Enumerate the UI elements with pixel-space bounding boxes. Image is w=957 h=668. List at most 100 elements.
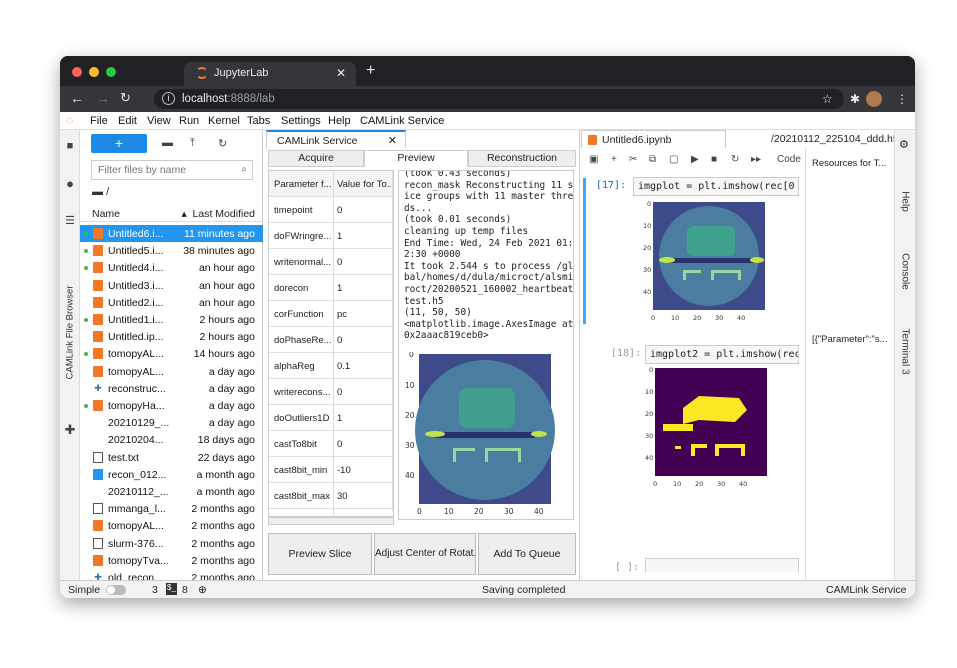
adjust-center-button[interactable]: Adjust Center of Rotat. [374,533,476,575]
file-list-item[interactable]: Untitled6.i... 11 minutes ago [80,225,263,242]
cell-type-select[interactable]: Code [777,154,801,165]
parameter-row[interactable]: writenormal... 0 [269,249,393,275]
simple-mode-toggle[interactable] [106,585,126,595]
chrome-menu-icon[interactable]: ⋮ [896,92,908,106]
empty-code-cell[interactable] [645,558,799,572]
close-window-button[interactable] [72,67,82,77]
parameter-row[interactable]: writerecons... 0 [269,379,393,405]
menu-kernel[interactable]: Kernel [208,115,240,127]
column-name-header[interactable]: Name [92,208,120,220]
address-bar[interactable]: i localhost:8888/lab ☆ [154,89,844,109]
file-list-item[interactable]: Untitled1.i... 2 hours ago [80,311,263,328]
tab-h5-file[interactable]: /20210112_225104_ddd.h5 [741,130,899,148]
parameter-row[interactable]: doPhaseRe... 0 [269,327,393,353]
parameter-row[interactable]: castTo8bit 0 [269,431,393,457]
minimize-window-button[interactable] [89,67,99,77]
file-list-item[interactable]: Untitled2.i... an hour ago [80,294,263,311]
new-launcher-button[interactable]: + [91,134,147,153]
file-list-item[interactable]: Untitled5.i... 38 minutes ago [80,242,263,259]
subtab-acquire[interactable]: Acquire [268,150,364,167]
cut-icon[interactable]: ✂ [629,154,637,165]
bookmark-star-icon[interactable]: ☆ [822,92,833,106]
parameter-table-hscrollbar[interactable] [268,517,394,525]
parameter-value[interactable]: 0 [337,439,391,450]
parameter-row[interactable]: verbose_pri...1 [269,509,393,516]
file-list-item[interactable]: Untitled4.i... an hour ago [80,259,263,276]
parameter-value[interactable]: 0 [337,335,391,346]
parameter-value[interactable]: 0.1 [337,361,391,372]
restart-icon[interactable]: ↻ [731,154,739,165]
menu-camlink-service[interactable]: CAMLink Service [360,115,444,127]
property-inspector-icon[interactable]: ⚙ [899,138,909,151]
new-folder-icon[interactable]: ▬ [162,137,173,149]
file-list-item[interactable]: tomopyHa... a day ago [80,397,263,414]
upload-icon[interactable]: ⤒ [190,137,195,150]
parameter-value[interactable]: pc [337,309,391,320]
tab-camlink-service[interactable]: CAMLink Service ✕ [266,130,406,148]
parameter-row[interactable]: corFunction pc [269,301,393,327]
file-list-item[interactable]: 20210112_... a month ago [80,483,263,500]
terminal-count[interactable]: 8 [182,584,188,596]
file-list-item[interactable]: tomopyAL... 2 months ago [80,517,263,534]
filter-files-input[interactable] [92,161,232,179]
forward-icon[interactable]: → [96,90,110,106]
menu-settings[interactable]: Settings [281,115,321,127]
parameter-row[interactable]: doOutliers1D 1 [269,405,393,431]
extensions-icon[interactable]: ✱ [850,92,860,106]
code-cell-input[interactable]: imgplot2 = plt.imshow(rec[ [645,345,799,364]
file-list-item[interactable]: Untitled.ip... 2 hours ago [80,328,263,345]
parameter-row[interactable]: cast8bit_min -10 [269,457,393,483]
back-icon[interactable]: ← [70,90,84,106]
run-all-icon[interactable]: ▸▸ [751,154,761,165]
subtab-reconstruction[interactable]: Reconstruction [468,150,576,167]
parameter-value[interactable]: 1 [337,413,391,424]
toc-icon[interactable]: ☰ [64,214,76,227]
parameter-value[interactable]: 1 [337,283,391,294]
reload-icon[interactable]: ↻ [120,90,131,106]
menu-help[interactable]: Help [328,115,351,127]
file-list-item[interactable]: recon_012... a month ago [80,466,263,483]
tab-notebook[interactable]: Untitled6.ipynb [581,130,726,148]
file-list-item[interactable]: tomopyAL... 14 hours ago [80,345,263,362]
save-icon[interactable]: ▣ [589,154,598,165]
filter-files-field[interactable]: ⌕ [91,160,253,180]
parameter-value[interactable]: 0 [337,387,391,398]
parameter-value[interactable]: -10 [337,465,391,476]
running-icon[interactable]: ● [64,176,76,191]
menu-edit[interactable]: Edit [118,115,137,127]
close-tab-icon[interactable]: ✕ [336,66,346,80]
parameter-row[interactable]: timepoint 0 [269,197,393,223]
kernel-count[interactable]: 3 [152,584,158,596]
breadcrumb[interactable]: ▬ / [92,186,109,198]
parameter-row[interactable]: alphaReg 0.1 [269,353,393,379]
file-list-item[interactable]: tomopyTva... 2 months ago [80,552,263,569]
subtab-preview[interactable]: Preview [364,150,468,167]
menu-run[interactable]: Run [179,115,199,127]
new-tab-button[interactable]: + [366,62,375,80]
browser-tab[interactable]: JupyterLab ✕ [184,62,356,86]
refresh-icon[interactable]: ↻ [218,137,227,150]
copy-icon[interactable]: ⧉ [649,154,656,165]
stop-icon[interactable]: ■ [711,154,717,165]
file-list-item[interactable]: 20210204... 18 days ago [80,431,263,448]
parameter-table-scrollbar[interactable] [392,171,393,511]
preview-slice-button[interactable]: Preview Slice [268,533,372,575]
file-list-item[interactable]: slurm-376... 2 months ago [80,535,263,552]
parameter-row[interactable]: dorecon 1 [269,275,393,301]
site-info-icon[interactable]: i [162,92,175,105]
menu-file[interactable]: File [90,115,108,127]
menu-tabs[interactable]: Tabs [247,115,270,127]
parameter-value[interactable]: 0 [337,205,391,216]
camlink-file-browser-tab[interactable]: CAMLink File Browser [62,275,78,395]
file-list-item[interactable]: Untitled3.i... an hour ago [80,277,263,294]
paste-icon[interactable]: ▢ [669,154,678,165]
maximize-window-button[interactable] [106,67,116,77]
parameter-value[interactable]: 1 [337,231,391,242]
file-list-item[interactable]: tomopyAL... a day ago [80,363,263,380]
parameter-value[interactable]: 30 [337,491,391,502]
add-cell-icon[interactable]: + [611,154,617,165]
column-modified-header[interactable]: ▴ Last Modified [181,208,255,220]
avatar[interactable] [866,91,882,107]
file-list-item[interactable]: mmanga_l... 2 months ago [80,500,263,517]
parameter-row[interactable]: doFWringre... 1 [269,223,393,249]
